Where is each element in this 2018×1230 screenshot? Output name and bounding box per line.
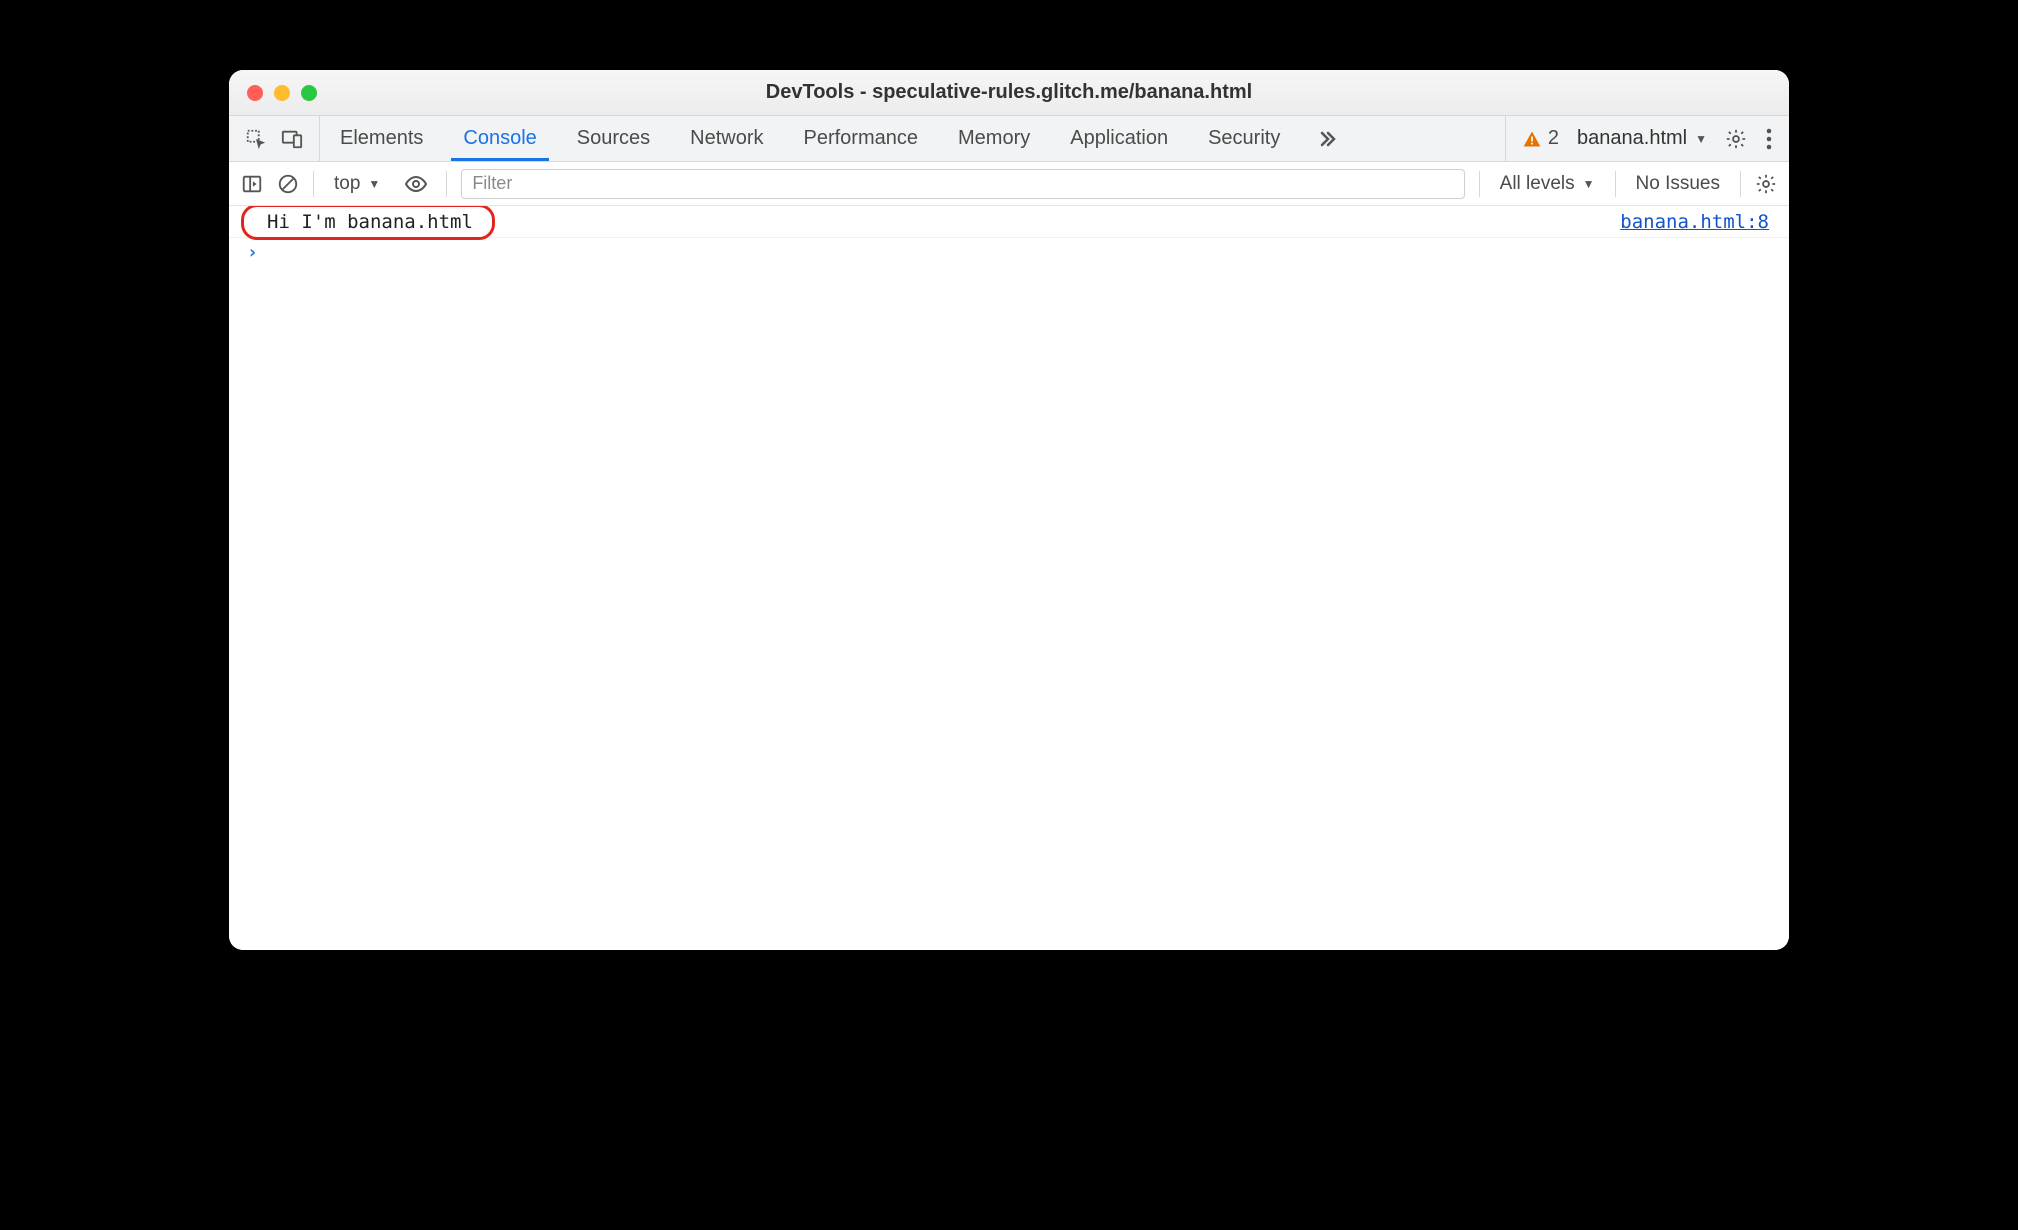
issues-label: No Issues [1636,173,1720,194]
tab-label: Security [1208,127,1280,150]
toggle-sidebar-icon[interactable] [241,173,263,195]
tab-label: Application [1070,127,1168,150]
chevron-down-icon: ▼ [368,177,380,191]
filter-input[interactable] [461,169,1464,199]
console-prompt[interactable]: › [229,238,1789,266]
log-source-link[interactable]: banana.html:8 [1620,211,1769,233]
levels-label: All levels [1500,173,1575,195]
tab-label: Memory [958,127,1030,150]
tab-memory[interactable]: Memory [938,116,1050,161]
tab-sources[interactable]: Sources [557,116,670,161]
divider [313,171,314,197]
divider [1740,171,1741,197]
close-icon[interactable] [247,85,263,101]
divider [446,171,447,197]
log-row[interactable]: Hi I'm banana.html banana.html:8 [229,206,1789,238]
divider [1615,171,1616,197]
traffic-lights [229,85,317,101]
console-output[interactable]: Hi I'm banana.html banana.html:8 › [229,206,1789,950]
chevron-down-icon: ▼ [1583,177,1595,191]
context-label: top [334,173,360,195]
tab-list: Elements Console Sources Network Perform… [320,116,1300,161]
more-tabs-button[interactable] [1300,116,1352,161]
settings-icon[interactable] [1725,128,1747,150]
filter-input-wrap [461,169,1464,199]
warning-icon [1522,129,1542,149]
live-expression-icon[interactable] [400,172,432,196]
console-toolbar: top ▼ All levels ▼ No Issues [229,162,1789,206]
tab-label: Elements [340,127,423,150]
window-title: DevTools - speculative-rules.glitch.me/b… [229,81,1789,104]
clear-console-icon[interactable] [277,173,299,195]
tab-label: Network [690,127,763,150]
inspect-element-icon[interactable] [245,128,267,150]
device-toolbar-icon[interactable] [281,128,303,150]
tab-network[interactable]: Network [670,116,783,161]
tab-security[interactable]: Security [1188,116,1300,161]
prompt-caret-icon: › [247,242,258,263]
context-picker[interactable]: top ▼ [328,173,386,195]
log-levels-picker[interactable]: All levels ▼ [1494,173,1601,195]
tab-performance[interactable]: Performance [784,116,939,161]
divider [1479,171,1480,197]
maximize-icon[interactable] [301,85,317,101]
log-message: Hi I'm banana.html [253,209,487,235]
titlebar: DevTools - speculative-rules.glitch.me/b… [229,70,1789,116]
tab-label: Console [463,127,536,150]
target-picker[interactable]: banana.html ▼ [1577,127,1707,150]
tab-label: Performance [804,127,919,150]
minimize-icon[interactable] [274,85,290,101]
console-settings-icon[interactable] [1755,173,1777,195]
issues-button[interactable]: No Issues [1630,173,1726,195]
warnings-count: 2 [1548,127,1559,150]
target-label: banana.html [1577,127,1687,150]
tab-application[interactable]: Application [1050,116,1188,161]
tabs-bar: Elements Console Sources Network Perform… [229,116,1789,162]
warnings-badge[interactable]: 2 [1522,127,1559,150]
tab-label: Sources [577,127,650,150]
kebab-menu-icon[interactable] [1765,128,1773,150]
devtools-window: DevTools - speculative-rules.glitch.me/b… [229,70,1789,950]
chevron-down-icon: ▼ [1695,132,1707,146]
tab-elements[interactable]: Elements [320,116,443,161]
tab-console[interactable]: Console [443,116,556,161]
